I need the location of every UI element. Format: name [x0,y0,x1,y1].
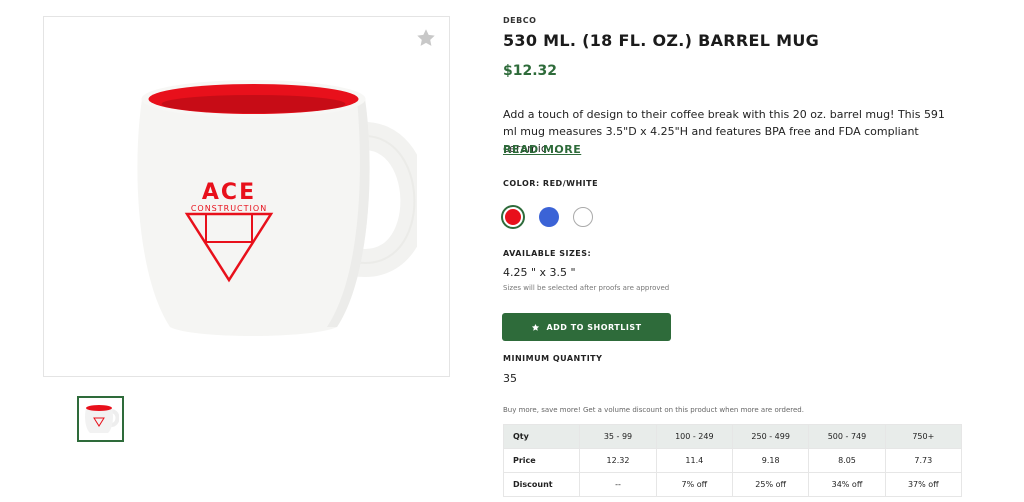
table-cell: 12.32 [579,448,657,473]
mug-image: ACE CONSTRUCTION [137,80,417,336]
table-cell: 7.73 [884,448,963,473]
table-header-cell: 35 - 99 [579,424,657,449]
star-icon [532,323,540,331]
read-more-link[interactable]: READ MORE [503,143,581,156]
table-cell: 25% off [731,472,810,497]
volume-pricing-table: Qty 35 - 99 100 - 249 250 - 499 500 - 74… [502,424,963,497]
min-quantity-value: 35 [503,372,517,385]
min-quantity-label: MINIMUM QUANTITY [503,354,603,363]
shortlist-button-label: ADD TO SHORTLIST [546,322,642,332]
table-cell: 11.4 [655,448,733,473]
mug-print-construction: CONSTRUCTION [191,204,267,213]
product-title: 530 ML. (18 FL. OZ.) BARREL MUG [503,31,820,50]
table-header-cell: 250 - 499 [731,424,810,449]
table-header-row: Qty 35 - 99 100 - 249 250 - 499 500 - 74… [502,424,963,449]
table-cell: -- [579,472,657,497]
table-header-cell: 750+ [884,424,963,449]
product-image-panel: ACE CONSTRUCTION [43,16,450,377]
table-row-discount: Discount -- 7% off 25% off 34% off 37% o… [502,472,963,497]
sizes-label: AVAILABLE SIZES: [503,249,592,258]
table-header-cell: Qty [502,424,581,449]
color-swatch-white[interactable] [573,207,593,227]
table-header-cell: 500 - 749 [808,424,886,449]
brand-name: DEBCO [503,16,537,25]
color-swatch-red[interactable] [503,207,523,227]
table-cell: 9.18 [731,448,810,473]
size-note: Sizes will be selected after proofs are … [503,284,670,292]
table-cell: 37% off [884,472,963,497]
volume-discount-note: Buy more, save more! Get a volume discou… [503,406,804,414]
product-price: $12.32 [503,63,558,79]
favorite-star-icon[interactable] [415,27,437,49]
size-value: 4.25 " x 3.5 " [503,266,576,279]
thumbnail-image [85,405,119,433]
table-cell: 34% off [808,472,886,497]
table-cell: 8.05 [808,448,886,473]
table-header-cell: 100 - 249 [655,424,733,449]
color-swatch-blue[interactable] [539,207,559,227]
thumbnail-mug[interactable] [77,396,124,442]
table-row-price: Price 12.32 11.4 9.18 8.05 7.73 [502,448,963,473]
color-label: COLOR: RED/WHITE [503,179,599,188]
mug-print-ace: ACE [202,180,256,205]
add-to-shortlist-button[interactable]: ADD TO SHORTLIST [502,313,671,341]
table-cell: Price [502,448,581,473]
table-cell: Discount [502,472,581,497]
table-cell: 7% off [655,472,733,497]
